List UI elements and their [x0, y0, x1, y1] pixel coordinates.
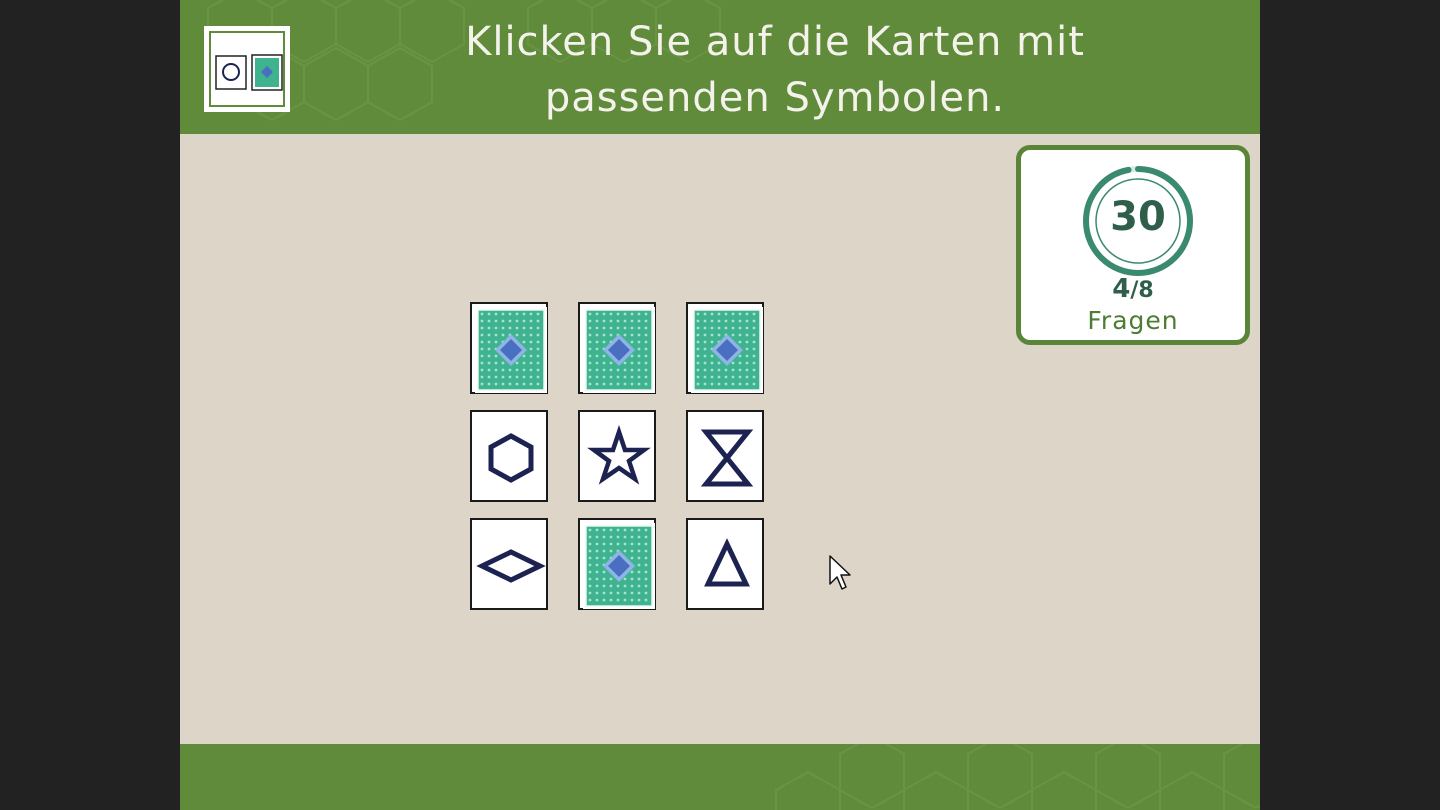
card-3-2[interactable]: [578, 518, 656, 610]
footer-bar: [180, 744, 1260, 810]
card-3-1[interactable]: [470, 518, 548, 610]
hexagon-icon: [488, 433, 534, 483]
card-back-icon: [691, 307, 763, 393]
card-1-2[interactable]: [578, 302, 656, 394]
triangle-icon: [704, 538, 750, 587]
game-icon: [204, 26, 290, 112]
progress-current: 4: [1112, 274, 1131, 304]
question-progress: 4/8: [1021, 274, 1245, 304]
card-1-1[interactable]: [470, 302, 548, 394]
progress-total: 8: [1138, 278, 1154, 303]
card-2-3[interactable]: [686, 410, 764, 502]
hexagon-pattern-footer: [775, 744, 1260, 810]
card-3-3[interactable]: [686, 518, 764, 610]
card-back-icon: [583, 523, 655, 609]
diamond-icon: [476, 549, 546, 583]
star-icon: [587, 424, 651, 485]
card-back-icon: [583, 307, 655, 393]
instruction-line-2: passenden Symbolen.: [544, 75, 1006, 121]
card-2-1[interactable]: [470, 410, 548, 502]
mouse-pointer-icon: [829, 555, 851, 590]
instruction-line-1: Klicken Sie auf die Karten mit: [465, 19, 1085, 65]
card-1-3[interactable]: [686, 302, 764, 394]
timer-value: 30: [1110, 194, 1166, 240]
progress-label: Fragen: [1087, 306, 1179, 335]
instruction-text: Klicken Sie auf die Karten mit passenden…: [410, 14, 1140, 126]
hourglass-icon: [700, 429, 754, 487]
timer-panel: 30 4/8 Fragen: [1016, 145, 1250, 345]
card-2-2[interactable]: [578, 410, 656, 502]
card-back-icon: [475, 307, 547, 393]
game-stage: Klicken Sie auf die Karten mit passenden…: [180, 0, 1260, 810]
header-bar: Klicken Sie auf die Karten mit passenden…: [180, 0, 1260, 134]
